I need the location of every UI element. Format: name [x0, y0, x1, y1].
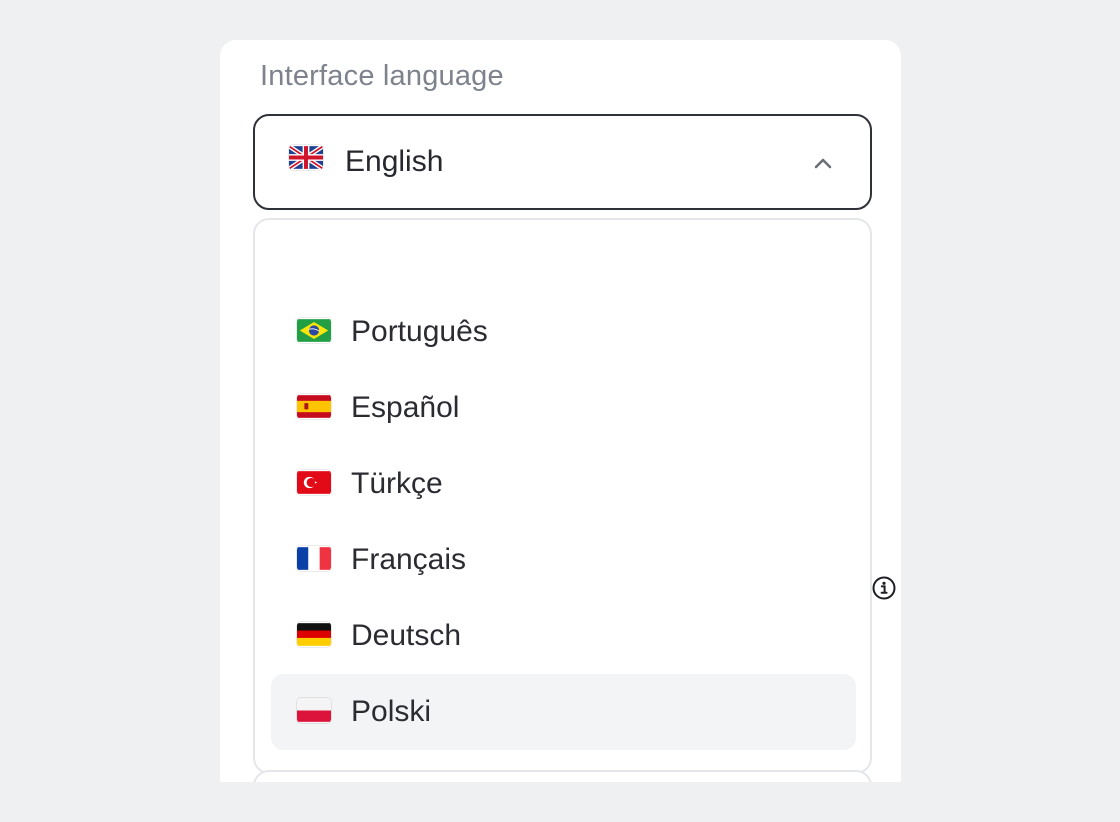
germany-flag-icon [297, 622, 331, 647]
language-option-label: Türkçe [351, 467, 443, 500]
interface-language-label: Interface language [260, 60, 504, 92]
language-option-label: Français [351, 543, 467, 576]
language-option-french[interactable]: Français [271, 522, 856, 598]
poland-flag-icon [297, 698, 331, 723]
language-option-label: Deutsch [351, 619, 462, 652]
info-icon[interactable] [871, 575, 897, 601]
spain-flag-icon [297, 394, 331, 419]
brazil-flag-icon [297, 318, 331, 343]
language-option-label: Español [351, 391, 460, 424]
language-option-portuguese[interactable]: Português [271, 294, 856, 370]
france-flag-icon [297, 546, 331, 571]
language-option-spanish[interactable]: Español [271, 370, 856, 446]
chevron-up-icon [814, 158, 832, 169]
turkey-flag-icon [297, 470, 331, 495]
language-option-german[interactable]: Deutsch [271, 598, 856, 674]
language-dropdown-menu: Português Español Türkçe Français Deutsc… [253, 218, 872, 774]
language-option-polish[interactable]: Polski [271, 674, 856, 750]
settings-card: Interface language English Português Esp… [220, 40, 901, 782]
language-option-label: Polski [351, 695, 432, 728]
uk-flag-icon [289, 145, 323, 170]
language-select[interactable]: English [253, 114, 872, 210]
selected-language: English [345, 145, 444, 178]
language-option-label: Português [351, 315, 488, 348]
language-option-turkish[interactable]: Türkçe [271, 446, 856, 522]
